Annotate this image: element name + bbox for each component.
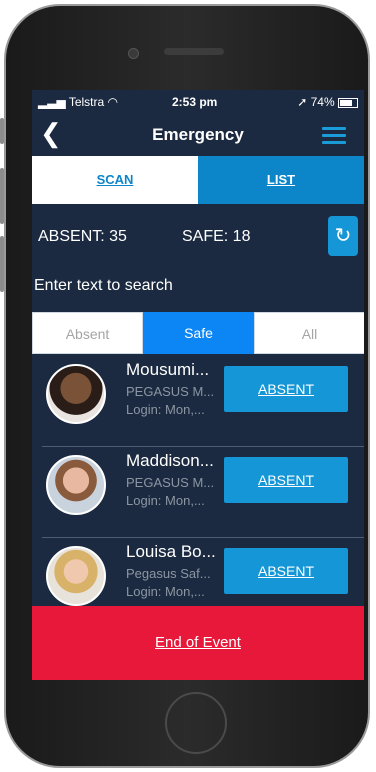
filter-all[interactable]: All [254, 312, 364, 354]
person-name: Maddison... [126, 451, 214, 470]
person-name: Mousumi... [126, 360, 210, 379]
home-button[interactable] [165, 692, 227, 754]
refresh-button[interactable]: ↻ [328, 216, 358, 256]
avatar [46, 546, 106, 606]
person-login: Login: Mon,... [126, 584, 205, 599]
person-organization: PEGASUS M... [126, 475, 215, 490]
battery-icon [338, 97, 358, 108]
clock: 2:53 pm [172, 95, 218, 109]
avatar [46, 455, 106, 515]
mark-absent-button[interactable]: ABSENT [224, 366, 348, 412]
location-icon: ➚ [297, 95, 311, 109]
mark-absent-button[interactable]: ABSENT [224, 548, 348, 594]
volume-up-button [0, 168, 4, 224]
person-organization: PEGASUS M... [126, 384, 215, 399]
hamburger-menu-icon[interactable] [322, 127, 346, 148]
absent-count: ABSENT: 35 [38, 228, 127, 245]
refresh-icon: ↻ [334, 225, 352, 247]
signal-icon: ▂▃▅ [38, 95, 69, 109]
tab-list[interactable]: LIST [198, 156, 364, 204]
person-login: Login: Mon,... [126, 493, 205, 508]
page-title: Emergency [152, 125, 244, 144]
mute-switch [0, 118, 4, 144]
search-input[interactable] [32, 272, 364, 300]
carrier-label: ▂▃▅ Telstra ◠ [38, 95, 118, 109]
person-organization: Pegasus Saf... [126, 566, 211, 581]
list-item: Mousumi... PEGASUS M... Login: Mon,... A… [32, 354, 364, 447]
status-bar: ▂▃▅ Telstra ◠ 2:53 pm ➚ 74% [32, 90, 364, 114]
front-camera [128, 48, 139, 59]
list-item: Maddison... PEGASUS M... Login: Mon,... … [32, 445, 364, 538]
person-name: Louisa Bo... [126, 542, 216, 561]
person-login: Login: Mon,... [126, 402, 205, 417]
safe-count: SAFE: 18 [182, 228, 251, 245]
app-screen: ▂▃▅ Telstra ◠ 2:53 pm ➚ 74% ❮ Emergency … [32, 90, 364, 680]
earpiece-speaker [164, 48, 224, 55]
filter-safe[interactable]: Safe [143, 312, 254, 354]
end-of-event-button[interactable]: End of Event [32, 606, 364, 680]
wifi-icon: ◠ [107, 95, 118, 109]
nav-bar: ❮ Emergency [32, 114, 364, 156]
filter-absent[interactable]: Absent [32, 312, 143, 354]
tab-scan[interactable]: SCAN [32, 156, 198, 204]
battery-indicator: ➚ 74% [297, 95, 358, 109]
mark-absent-button[interactable]: ABSENT [224, 457, 348, 503]
avatar [46, 364, 106, 424]
volume-down-button [0, 236, 4, 292]
